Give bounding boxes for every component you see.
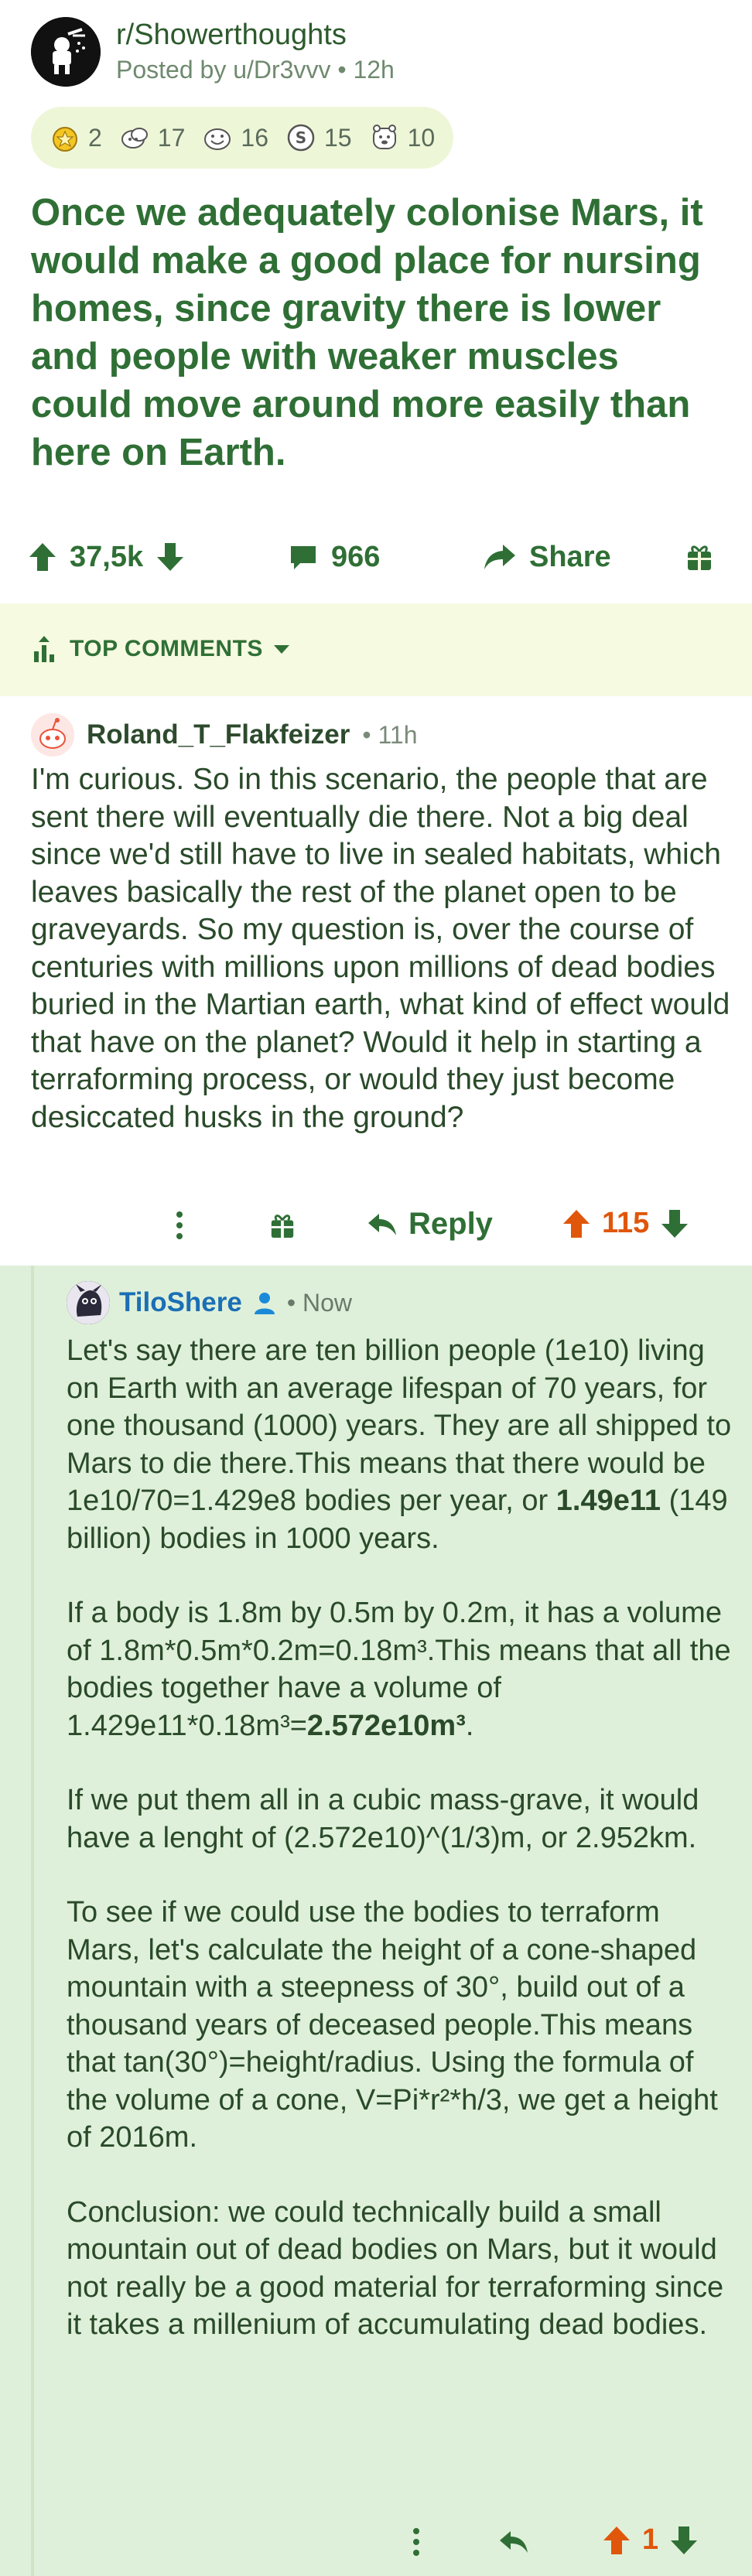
comment-header: TiloShere • Now	[67, 1281, 352, 1324]
comment-vote-group: 1	[602, 2523, 699, 2557]
award-count: 10	[407, 123, 436, 152]
comments-button[interactable]: 966	[288, 526, 380, 588]
user-avatar-icon[interactable]	[31, 713, 74, 757]
subreddit-avatar-icon[interactable]	[31, 17, 101, 87]
sort-selector[interactable]: TOP COMMENTS	[31, 634, 291, 664]
thread-line[interactable]	[31, 1266, 34, 2576]
comment-author[interactable]: Roland_T_Flakfeizer	[87, 719, 350, 750]
comment-header: Roland_T_Flakfeizer • 11h	[31, 713, 418, 757]
sort-label: TOP COMMENTS	[70, 636, 263, 661]
comment-action-bar: 1	[0, 2514, 752, 2570]
more-options-icon[interactable]	[412, 2526, 421, 2557]
svg-text:S: S	[296, 128, 306, 147]
reply-label: Reply	[408, 1207, 493, 1241]
downvote-icon[interactable]	[156, 542, 185, 572]
gift-icon[interactable]	[269, 1211, 296, 1239]
post-age: 12h	[353, 56, 395, 84]
award-item: 10	[369, 122, 436, 153]
nested-reply: TiloShere • Now Let's say there are ten …	[0, 1266, 752, 2576]
posted-by-text[interactable]: Posted by u/Dr3vvv	[116, 56, 330, 84]
post-header: r/Showerthoughts Posted by u/Dr3vvv • 12…	[31, 15, 727, 93]
awards-bar[interactable]: 2 17 16 S 15 10	[31, 107, 454, 169]
meta-separator: •	[337, 56, 354, 84]
coin-award-icon: S	[287, 124, 315, 152]
more-options-icon[interactable]	[175, 1210, 184, 1241]
comment-score: 1	[642, 2523, 659, 2556]
comment-paragraph: If we put them all in a cubic mass-grave…	[67, 1784, 699, 1854]
comment-body: Let's say there are ten billion people (…	[67, 1332, 732, 2381]
reply-icon[interactable]	[498, 2528, 529, 2556]
comment-paragraph: If a body is 1.8m by 0.5m by 0.2m, it ha…	[67, 1594, 732, 1744]
comment-meta: • 11h	[362, 720, 418, 749]
upvote-icon[interactable]	[602, 2525, 631, 2556]
comment-icon	[291, 546, 316, 569]
post-title[interactable]: Once we adequately colonise Mars, it wou…	[31, 189, 727, 477]
comment-body: I'm curious. So in this scenario, the pe…	[31, 763, 730, 1134]
comment-action-bar: Reply 115	[0, 1197, 752, 1253]
downvote-icon[interactable]	[669, 2525, 699, 2556]
award-item: 2	[50, 122, 102, 153]
user-avatar-icon[interactable]	[67, 1281, 110, 1324]
bold-text: 1.49e11	[555, 1484, 661, 1517]
comment-age: 11h	[378, 720, 418, 749]
downvote-icon[interactable]	[660, 1208, 689, 1239]
post-action-bar: 37,5k 966 Share	[0, 526, 752, 588]
comment-count: 966	[331, 540, 381, 573]
award-count: 17	[157, 123, 186, 152]
gift-icon	[688, 545, 711, 570]
comment-author[interactable]: TiloShere	[119, 1287, 242, 1318]
top-sort-icon	[34, 636, 54, 662]
gold-award-icon	[53, 127, 77, 152]
post-score: 37,5k	[70, 540, 144, 573]
comment-age: Now	[302, 1288, 352, 1317]
bold-text: 2.572e10m³	[306, 1709, 466, 1742]
award-item: 17	[119, 122, 186, 153]
silver-award-icon	[204, 128, 231, 150]
post-meta: Posted by u/Dr3vvv • 12h	[116, 56, 395, 84]
comment-meta: • Now	[286, 1288, 352, 1317]
post-vote-group: 37,5k	[28, 526, 185, 588]
subreddit-name[interactable]: r/Showerthoughts	[116, 19, 347, 52]
award-count: 2	[88, 123, 102, 152]
share-icon	[484, 545, 515, 569]
comment-paragraph: Let's say there are ten billion people (…	[67, 1332, 732, 1557]
comment-sort-bar: TOP COMMENTS	[0, 603, 752, 696]
wholesome-award-icon	[121, 128, 148, 149]
comment-score: 115	[602, 1207, 650, 1239]
upvote-icon[interactable]	[562, 1208, 591, 1239]
award-item: 16	[202, 122, 268, 153]
share-label: Share	[529, 540, 611, 573]
hugz-award-icon	[372, 125, 396, 149]
give-award-button[interactable]	[685, 526, 713, 588]
reply-button[interactable]: Reply	[367, 1207, 493, 1242]
paragraph-text: .	[465, 1709, 474, 1742]
award-count: 15	[323, 123, 352, 152]
comment-paragraph: To see if we could use the bodies to ter…	[67, 1896, 718, 2154]
award-item: S 15	[285, 122, 352, 153]
share-button[interactable]: Share	[483, 526, 611, 588]
caret-down-icon	[273, 645, 289, 654]
award-count: 16	[241, 123, 268, 152]
user-icon	[254, 1293, 275, 1314]
comment-vote-group: 115	[562, 1207, 689, 1240]
comment-paragraph: Conclusion: we could technically build a…	[67, 2195, 724, 2342]
upvote-icon[interactable]	[28, 542, 57, 572]
reply-icon	[368, 1213, 396, 1235]
